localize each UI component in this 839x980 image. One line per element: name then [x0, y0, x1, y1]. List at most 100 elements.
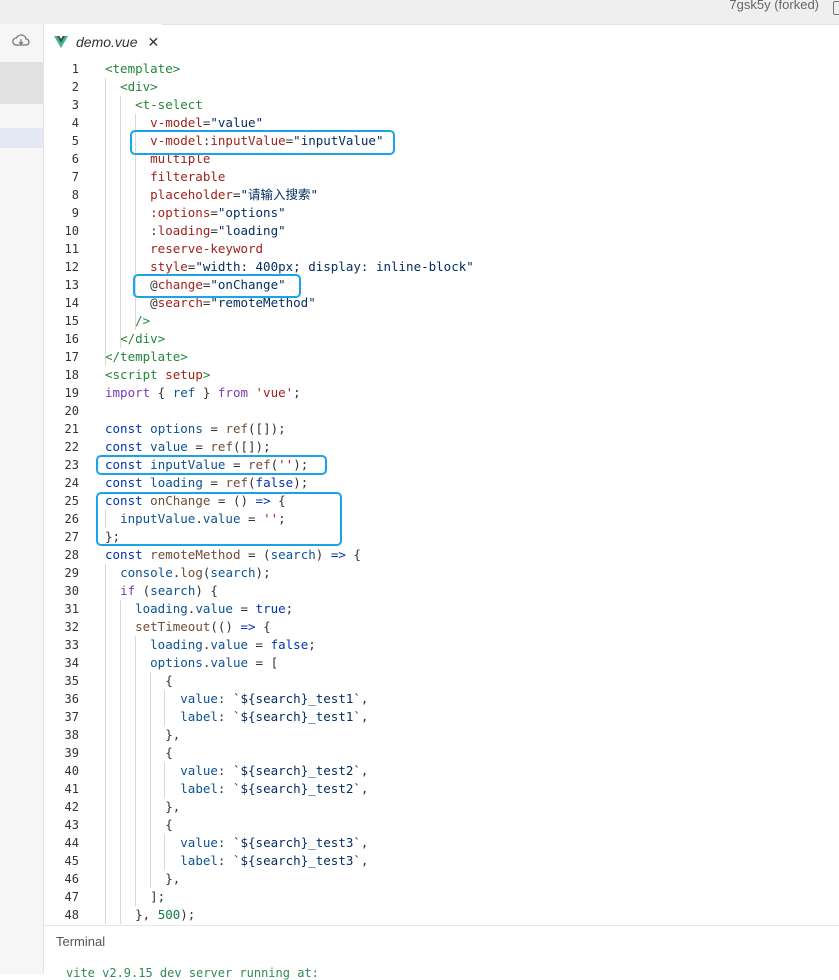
code-token: ref — [172, 385, 196, 400]
code-text: label: `${search}_test1`, — [105, 708, 368, 726]
code-line[interactable]: 12 style="width: 400px; display: inline-… — [44, 258, 839, 276]
code-line[interactable]: 32 setTimeout(() => { — [44, 618, 839, 636]
code-line[interactable]: 21 const options = ref([]); — [44, 420, 839, 438]
code-line[interactable]: 7 filterable — [44, 168, 839, 186]
code-token: `${search}_test2` — [232, 781, 361, 796]
code-line[interactable]: 23 const inputValue = ref(''); — [44, 456, 839, 474]
code-token: ; — [308, 637, 316, 652]
code-line[interactable]: 30 if (search) { — [44, 582, 839, 600]
code-token: "loading" — [217, 223, 286, 238]
code-token: ( — [248, 475, 256, 490]
tab-label: demo.vue — [76, 34, 138, 50]
code-line[interactable]: 5 v-model:inputValue="inputValue" — [44, 132, 839, 150]
code-token: const — [105, 457, 143, 472]
code-line[interactable]: 14 @search="remoteMethod" — [44, 294, 839, 312]
code-editor[interactable]: 1 <template> 2 <div> 3 <t-select 4 v-model="… — [44, 60, 839, 924]
code-line[interactable]: 18 <script setup> — [44, 366, 839, 384]
code-text: }, 500); — [105, 906, 195, 924]
code-line[interactable]: 3 <t-select — [44, 96, 839, 114]
indent-guide — [135, 636, 136, 906]
line-number: 36 — [64, 692, 79, 706]
panel-selected-item[interactable] — [0, 62, 43, 104]
code-line[interactable]: 43 { — [44, 816, 839, 834]
line-number: 41 — [64, 782, 79, 796]
code-line[interactable]: 16 </div> — [44, 330, 839, 348]
code-line[interactable]: 47 ]; — [44, 888, 839, 906]
code-line[interactable]: 29 console.log(search); — [44, 564, 839, 582]
layout-icon[interactable] — [833, 1, 839, 15]
code-line[interactable]: 15 /> — [44, 312, 839, 330]
code-line[interactable]: 35 { — [44, 672, 839, 690]
code-text: import { ref } from 'vue'; — [105, 384, 301, 402]
code-line[interactable]: 34 options.value = [ — [44, 654, 839, 672]
code-line[interactable]: 8 placeholder="请输入搜索" — [44, 186, 839, 204]
code-line[interactable]: 22 const value = ref([]); — [44, 438, 839, 456]
code-token: false — [255, 475, 294, 490]
close-tab-icon[interactable]: ✕ — [147, 34, 159, 51]
code-token: <template> — [105, 61, 181, 76]
code-token: value — [180, 763, 218, 778]
code-line[interactable]: 20 — [44, 402, 839, 420]
code-token: , — [360, 763, 369, 778]
code-token: ); — [293, 457, 309, 472]
code-line[interactable]: 24 const loading = ref(false); — [44, 474, 839, 492]
terminal-panel[interactable]: Terminal vite v2.9.15 dev server running… — [44, 925, 839, 980]
code-line[interactable]: 11 reserve-keyword — [44, 240, 839, 258]
code-line[interactable]: 13 @change="onChange" — [44, 276, 839, 294]
code-token: }, — [105, 871, 181, 886]
code-line[interactable]: 46 }, — [44, 870, 839, 888]
line-number: 20 — [64, 404, 79, 418]
code-token: = — [210, 205, 218, 220]
code-token: placeholder — [150, 187, 233, 202]
code-text: const loading = ref(false); — [105, 474, 308, 492]
indent-guide — [164, 834, 165, 870]
code-line[interactable]: 27}; — [44, 528, 839, 546]
code-token: { — [270, 493, 286, 508]
code-line[interactable]: 26 inputValue.value = ''; — [44, 510, 839, 528]
line-number: 12 — [64, 260, 79, 274]
code-line[interactable]: 2 <div> — [44, 78, 839, 96]
code-line[interactable]: 6 multiple — [44, 150, 839, 168]
code-token: ref — [225, 421, 249, 436]
code-token: `${search}_test2` — [232, 763, 361, 778]
code-line[interactable]: 9 :options="options" — [44, 204, 839, 222]
code-token: inputValue — [210, 133, 286, 148]
tab-demo-vue[interactable]: demo.vue ✕ — [44, 24, 162, 60]
indent-guide — [105, 510, 106, 528]
code-token: "value" — [210, 115, 264, 130]
code-line[interactable]: 10 :loading="loading" — [44, 222, 839, 240]
code-line[interactable]: 31 loading.value = true; — [44, 600, 839, 618]
terminal-title[interactable]: Terminal — [56, 934, 105, 949]
code-token: ref — [225, 475, 249, 490]
code-token: => — [240, 619, 256, 634]
code-text: :loading="loading" — [105, 222, 286, 240]
code-token: => — [330, 547, 346, 562]
panel-active-item[interactable] — [0, 128, 43, 148]
cloud-sync-icon[interactable] — [12, 34, 34, 50]
code-line[interactable]: 25 const onChange = () => { — [44, 492, 839, 510]
code-line[interactable]: 39 { — [44, 744, 839, 762]
code-line[interactable]: 33 loading.value = false; — [44, 636, 839, 654]
code-line[interactable]: 19 import { ref } from 'vue'; — [44, 384, 839, 402]
code-line[interactable]: 4 v-model="value" — [44, 114, 839, 132]
line-number: 7 — [71, 170, 79, 184]
code-token: multiple — [150, 151, 211, 166]
code-line[interactable]: 48 }, 500); — [44, 906, 839, 924]
code-line[interactable]: 42 }, — [44, 798, 839, 816]
code-text: filterable — [105, 168, 225, 186]
code-token: = — [225, 457, 249, 472]
code-text: @change="onChange" — [105, 276, 285, 294]
code-line[interactable]: 38 }, — [44, 726, 839, 744]
code-line[interactable]: 1 <template> — [44, 60, 839, 78]
code-token: <div> — [120, 79, 158, 94]
code-token: "inputValue" — [293, 133, 384, 148]
code-token: { — [345, 547, 361, 562]
code-line[interactable]: 17 </template> — [44, 348, 839, 366]
code-token: ); — [255, 565, 271, 580]
code-line[interactable]: 28 const remoteMethod = (search) => { — [44, 546, 839, 564]
